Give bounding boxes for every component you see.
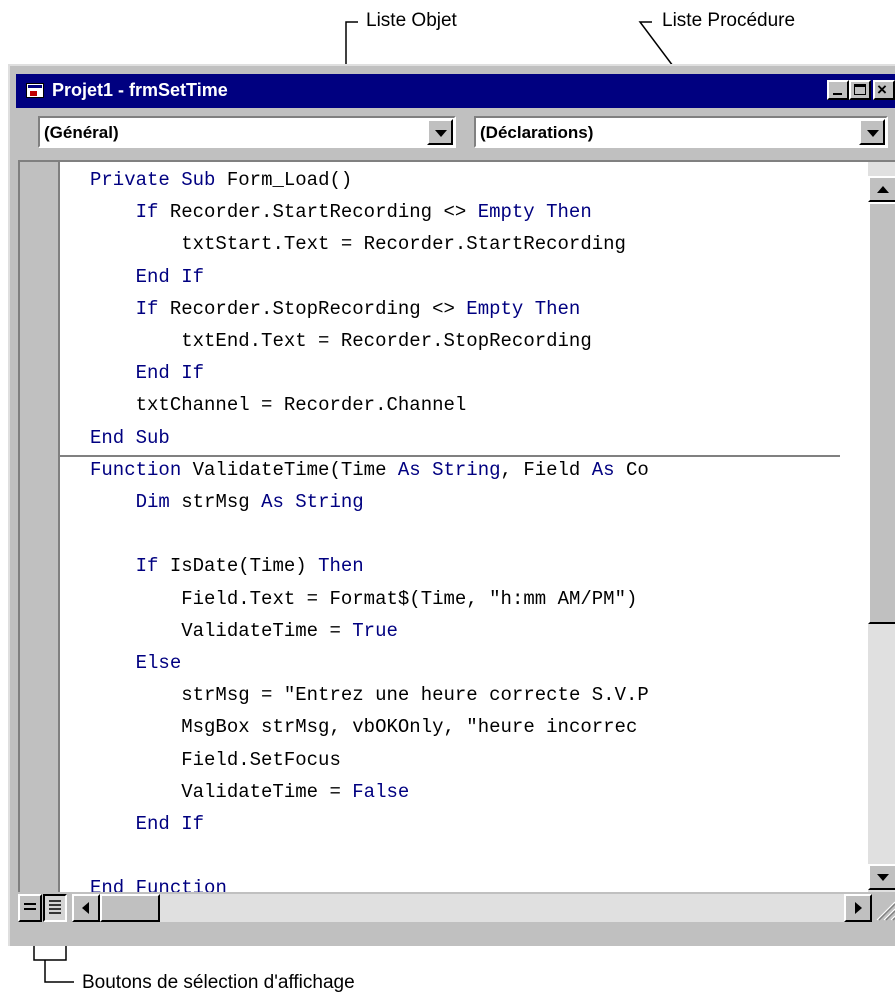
code-line[interactable]: If IsDate(Time) Then bbox=[90, 554, 364, 578]
code-line[interactable]: Field.SetFocus bbox=[90, 748, 341, 772]
maximize-icon bbox=[854, 84, 866, 95]
bottom-bar bbox=[18, 894, 895, 924]
vertical-scroll-thumb[interactable] bbox=[868, 202, 895, 624]
object-list-combo[interactable]: (Général) bbox=[38, 116, 456, 148]
arrow-right-icon bbox=[855, 902, 862, 914]
code-line[interactable]: If Recorder.StopRecording <> Empty Then bbox=[90, 297, 581, 321]
code-line[interactable]: txtChannel = Recorder.Channel bbox=[90, 393, 467, 417]
close-icon: × bbox=[877, 80, 887, 99]
arrow-up-icon bbox=[877, 186, 889, 193]
code-line[interactable]: Else bbox=[90, 651, 182, 675]
full-module-view-button[interactable] bbox=[43, 894, 67, 922]
code-line[interactable]: txtEnd.Text = Recorder.StopRecording bbox=[90, 329, 592, 353]
horizontal-scroll-thumb[interactable] bbox=[100, 894, 160, 922]
full-module-view-icon bbox=[49, 900, 61, 914]
vertical-scrollbar[interactable] bbox=[868, 162, 895, 892]
margin-indicator-bar[interactable] bbox=[20, 162, 60, 892]
scroll-down-button[interactable] bbox=[868, 864, 895, 890]
maximize-button[interactable] bbox=[849, 80, 871, 100]
code-line[interactable]: Dim strMsg As String bbox=[90, 490, 364, 514]
window-title: Projet1 - frmSetTime bbox=[52, 80, 228, 100]
code-editor[interactable]: Private Sub Form_Load() If Recorder.Star… bbox=[18, 160, 895, 892]
code-line[interactable]: ValidateTime = False bbox=[90, 780, 409, 804]
code-window: Projet1 - frmSetTime × (Général) (Déclar… bbox=[8, 64, 895, 946]
code-line[interactable]: Private Sub Form_Load() bbox=[90, 168, 352, 192]
code-line[interactable]: Field.Text = Format$(Time, "h:mm AM/PM") bbox=[90, 587, 637, 611]
code-line[interactable]: MsgBox strMsg, vbOKOnly, "heure incorrec bbox=[90, 715, 637, 739]
arrow-down-icon bbox=[877, 874, 889, 881]
code-line[interactable]: ValidateTime = True bbox=[90, 619, 398, 643]
code-area[interactable]: Private Sub Form_Load() If Recorder.Star… bbox=[60, 162, 840, 892]
procedure-separator bbox=[60, 454, 840, 457]
scroll-left-button[interactable] bbox=[72, 894, 100, 922]
object-list-callout: Liste Objet bbox=[366, 10, 457, 31]
object-list-dropdown-button[interactable] bbox=[427, 119, 453, 145]
code-line[interactable]: Function ValidateTime(Time As String, Fi… bbox=[90, 458, 649, 482]
minimize-button[interactable] bbox=[827, 80, 849, 100]
code-line[interactable]: End If bbox=[90, 812, 204, 836]
form-icon[interactable] bbox=[26, 83, 44, 98]
scroll-right-button[interactable] bbox=[844, 894, 872, 922]
size-grip-icon[interactable] bbox=[871, 896, 895, 922]
code-line[interactable]: strMsg = "Entrez une heure correcte S.V.… bbox=[90, 683, 649, 707]
minimize-icon bbox=[833, 93, 842, 95]
procedure-view-button[interactable] bbox=[18, 894, 42, 922]
object-list-value: (Général) bbox=[44, 123, 119, 142]
procedure-list-value: (Déclarations) bbox=[480, 123, 594, 142]
code-line[interactable]: End Sub bbox=[90, 426, 170, 450]
view-buttons-callout: Boutons de sélection d'affichage bbox=[82, 972, 355, 993]
close-button[interactable]: × bbox=[873, 80, 895, 100]
code-line[interactable]: End Function bbox=[90, 876, 227, 892]
procedure-list-callout: Liste Procédure bbox=[662, 10, 796, 31]
code-line[interactable]: End If bbox=[90, 265, 204, 289]
procedure-view-icon bbox=[24, 903, 36, 910]
code-line[interactable]: txtStart.Text = Recorder.StartRecording bbox=[90, 232, 626, 256]
title-bar[interactable]: Projet1 - frmSetTime × bbox=[16, 74, 895, 108]
procedure-list-dropdown-button[interactable] bbox=[859, 119, 885, 145]
scroll-up-button[interactable] bbox=[868, 176, 895, 202]
procedure-list-combo[interactable]: (Déclarations) bbox=[474, 116, 888, 148]
arrow-left-icon bbox=[82, 902, 89, 914]
code-line[interactable]: End If bbox=[90, 361, 204, 385]
horizontal-scrollbar[interactable] bbox=[72, 894, 872, 922]
code-line[interactable]: If Recorder.StartRecording <> Empty Then bbox=[90, 200, 592, 224]
